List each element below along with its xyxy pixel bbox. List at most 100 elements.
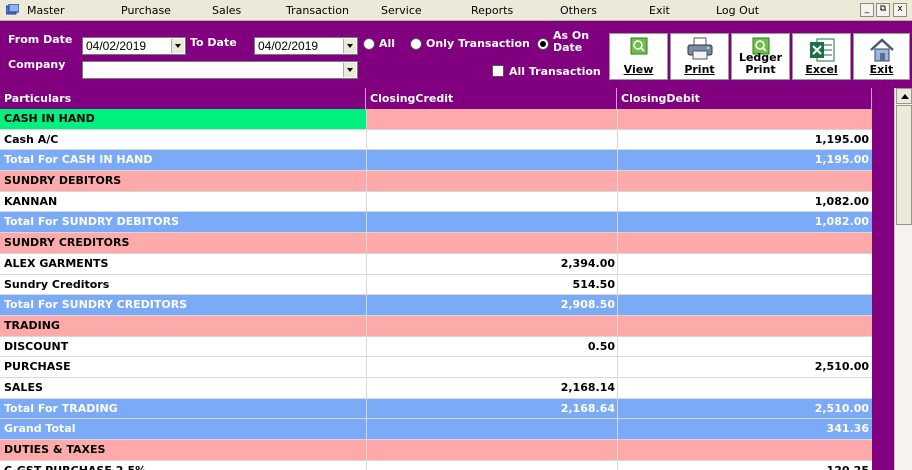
particulars-cell[interactable]: TRADING	[0, 315, 366, 336]
closing-credit-cell[interactable]	[366, 191, 617, 212]
print-button[interactable]: Print	[670, 33, 729, 80]
table-row[interactable]: KANNAN 1,082.00	[0, 191, 872, 213]
closing-credit-cell[interactable]: 2,168.14	[366, 377, 617, 398]
menu-log-out[interactable]: Log Out	[716, 4, 759, 17]
closing-debit-cell[interactable]	[617, 253, 872, 274]
total-row[interactable]: Total For SUNDRY CREDITORS 2,908.50	[0, 295, 872, 316]
column-header-closing-credit[interactable]: ClosingCredit	[366, 88, 617, 109]
closing-debit-cell[interactable]: 2,510.00	[617, 357, 872, 377]
closing-debit-cell[interactable]: 2,510.00	[617, 398, 872, 419]
particulars-cell[interactable]: Total For SUNDRY CREDITORS	[0, 295, 366, 315]
particulars-cell[interactable]: DISCOUNT	[0, 336, 366, 357]
menu-others[interactable]: Others	[560, 4, 597, 17]
closing-credit-cell[interactable]	[366, 419, 617, 439]
particulars-cell[interactable]: Total For TRADING	[0, 398, 366, 419]
chevron-down-icon[interactable]	[171, 39, 184, 53]
closing-credit-cell[interactable]	[366, 440, 617, 460]
closing-credit-cell[interactable]	[366, 233, 617, 253]
closing-credit-cell[interactable]: 0.50	[366, 336, 617, 357]
closing-debit-cell[interactable]: 1,082.00	[617, 212, 872, 233]
company-select[interactable]	[82, 61, 358, 79]
particulars-cell[interactable]: DUTIES & TAXES	[0, 440, 366, 460]
particulars-cell[interactable]: C-GST PURCHASE 2.5%	[0, 460, 366, 470]
closing-credit-cell[interactable]	[366, 109, 617, 129]
particulars-cell[interactable]: Total For SUNDRY DEBITORS	[0, 212, 366, 233]
menu-sales[interactable]: Sales	[212, 4, 241, 17]
exit-button[interactable]: Exit	[853, 33, 910, 80]
closing-debit-cell[interactable]	[617, 233, 872, 253]
chevron-down-icon[interactable]	[343, 63, 356, 77]
to-date-picker[interactable]: 04/02/2019	[254, 37, 358, 55]
closing-credit-cell[interactable]	[366, 357, 617, 377]
closing-debit-cell[interactable]: 341.36	[617, 419, 872, 439]
particulars-cell[interactable]: Sundry Creditors	[0, 274, 366, 295]
radio-as-on-date-label[interactable]: As On Date	[553, 30, 593, 54]
particulars-cell[interactable]: SALES	[0, 377, 366, 398]
table-row[interactable]: Sundry Creditors 514.50	[0, 274, 872, 296]
particulars-cell[interactable]: Grand Total	[0, 419, 366, 439]
closing-debit-cell[interactable]: 120.25	[617, 460, 872, 470]
group-row[interactable]: DUTIES & TAXES	[0, 440, 872, 461]
scroll-up-arrow-icon[interactable]	[896, 88, 912, 104]
group-row[interactable]: SUNDRY CREDITORS	[0, 233, 872, 254]
particulars-cell[interactable]: ALEX GARMENTS	[0, 253, 366, 274]
menu-master[interactable]: Master	[27, 4, 65, 17]
closing-credit-cell[interactable]	[366, 460, 617, 470]
all-transaction-checkbox[interactable]	[492, 65, 504, 77]
table-row[interactable]: SALES 2,168.14	[0, 377, 872, 399]
all-transaction-label[interactable]: All Transaction	[509, 65, 601, 78]
menu-service[interactable]: Service	[381, 4, 422, 17]
radio-as-on-date[interactable]	[537, 38, 549, 50]
closing-debit-cell[interactable]: 1,082.00	[617, 191, 872, 212]
particulars-cell[interactable]: Cash A/C	[0, 129, 366, 150]
closing-credit-cell[interactable]	[366, 150, 617, 171]
closing-debit-cell[interactable]	[617, 109, 872, 129]
menu-reports[interactable]: Reports	[471, 4, 513, 17]
minimize-button[interactable]: _	[860, 3, 874, 17]
view-button[interactable]: View	[609, 33, 668, 80]
table-row[interactable]: DISCOUNT 0.50	[0, 336, 872, 358]
group-row[interactable]: TRADING	[0, 315, 872, 337]
total-row[interactable]: Total For SUNDRY DEBITORS 1,082.00	[0, 212, 872, 234]
menu-transaction[interactable]: Transaction	[286, 4, 349, 17]
ledger-print-button[interactable]: Ledger Print	[731, 33, 790, 80]
chevron-down-icon[interactable]	[343, 39, 356, 53]
closing-debit-cell[interactable]: 1,195.00	[617, 150, 872, 171]
scroll-thumb[interactable]	[896, 105, 912, 225]
table-row[interactable]: C-GST PURCHASE 2.5% 120.25	[0, 460, 872, 470]
closing-debit-cell[interactable]	[617, 315, 872, 336]
closing-credit-cell[interactable]: 2,908.50	[366, 295, 617, 315]
closing-debit-cell[interactable]: 1,195.00	[617, 129, 872, 150]
closing-debit-cell[interactable]	[617, 274, 872, 295]
total-row[interactable]: Grand Total 341.36	[0, 419, 872, 440]
radio-only-transaction-label[interactable]: Only Transaction	[426, 37, 530, 50]
radio-all[interactable]	[363, 38, 375, 50]
particulars-cell[interactable]: Total For CASH IN HAND	[0, 150, 366, 171]
radio-only-transaction[interactable]	[410, 38, 422, 50]
column-header-particulars[interactable]: Particulars	[0, 88, 366, 109]
closing-credit-cell[interactable]: 2,394.00	[366, 253, 617, 274]
radio-all-label[interactable]: All	[379, 37, 395, 50]
table-row[interactable]: PURCHASE 2,510.00	[0, 357, 872, 378]
particulars-cell[interactable]: KANNAN	[0, 191, 366, 212]
closing-credit-cell[interactable]: 2,168.64	[366, 398, 617, 419]
table-row[interactable]: Cash A/C 1,195.00	[0, 129, 872, 151]
closing-debit-cell[interactable]	[617, 295, 872, 315]
close-button[interactable]: x	[893, 3, 907, 17]
particulars-cell[interactable]: PURCHASE	[0, 357, 366, 377]
column-header-closing-debit[interactable]: ClosingDebit	[617, 88, 872, 109]
vertical-scrollbar[interactable]	[894, 88, 912, 470]
group-row[interactable]: CASH IN HAND	[0, 109, 872, 130]
closing-debit-cell[interactable]	[617, 377, 872, 398]
closing-credit-cell[interactable]	[366, 129, 617, 150]
closing-credit-cell[interactable]	[366, 315, 617, 336]
total-row[interactable]: Total For CASH IN HAND 1,195.00	[0, 150, 872, 172]
particulars-cell[interactable]: CASH IN HAND	[0, 109, 366, 129]
particulars-cell[interactable]: SUNDRY DEBITORS	[0, 171, 366, 191]
closing-credit-cell[interactable]	[366, 212, 617, 233]
excel-button[interactable]: Excel	[792, 33, 851, 80]
restore-button[interactable]: ⧉	[876, 3, 890, 17]
menu-exit[interactable]: Exit	[649, 4, 670, 17]
menu-purchase[interactable]: Purchase	[121, 4, 171, 17]
closing-credit-cell[interactable]: 514.50	[366, 274, 617, 295]
